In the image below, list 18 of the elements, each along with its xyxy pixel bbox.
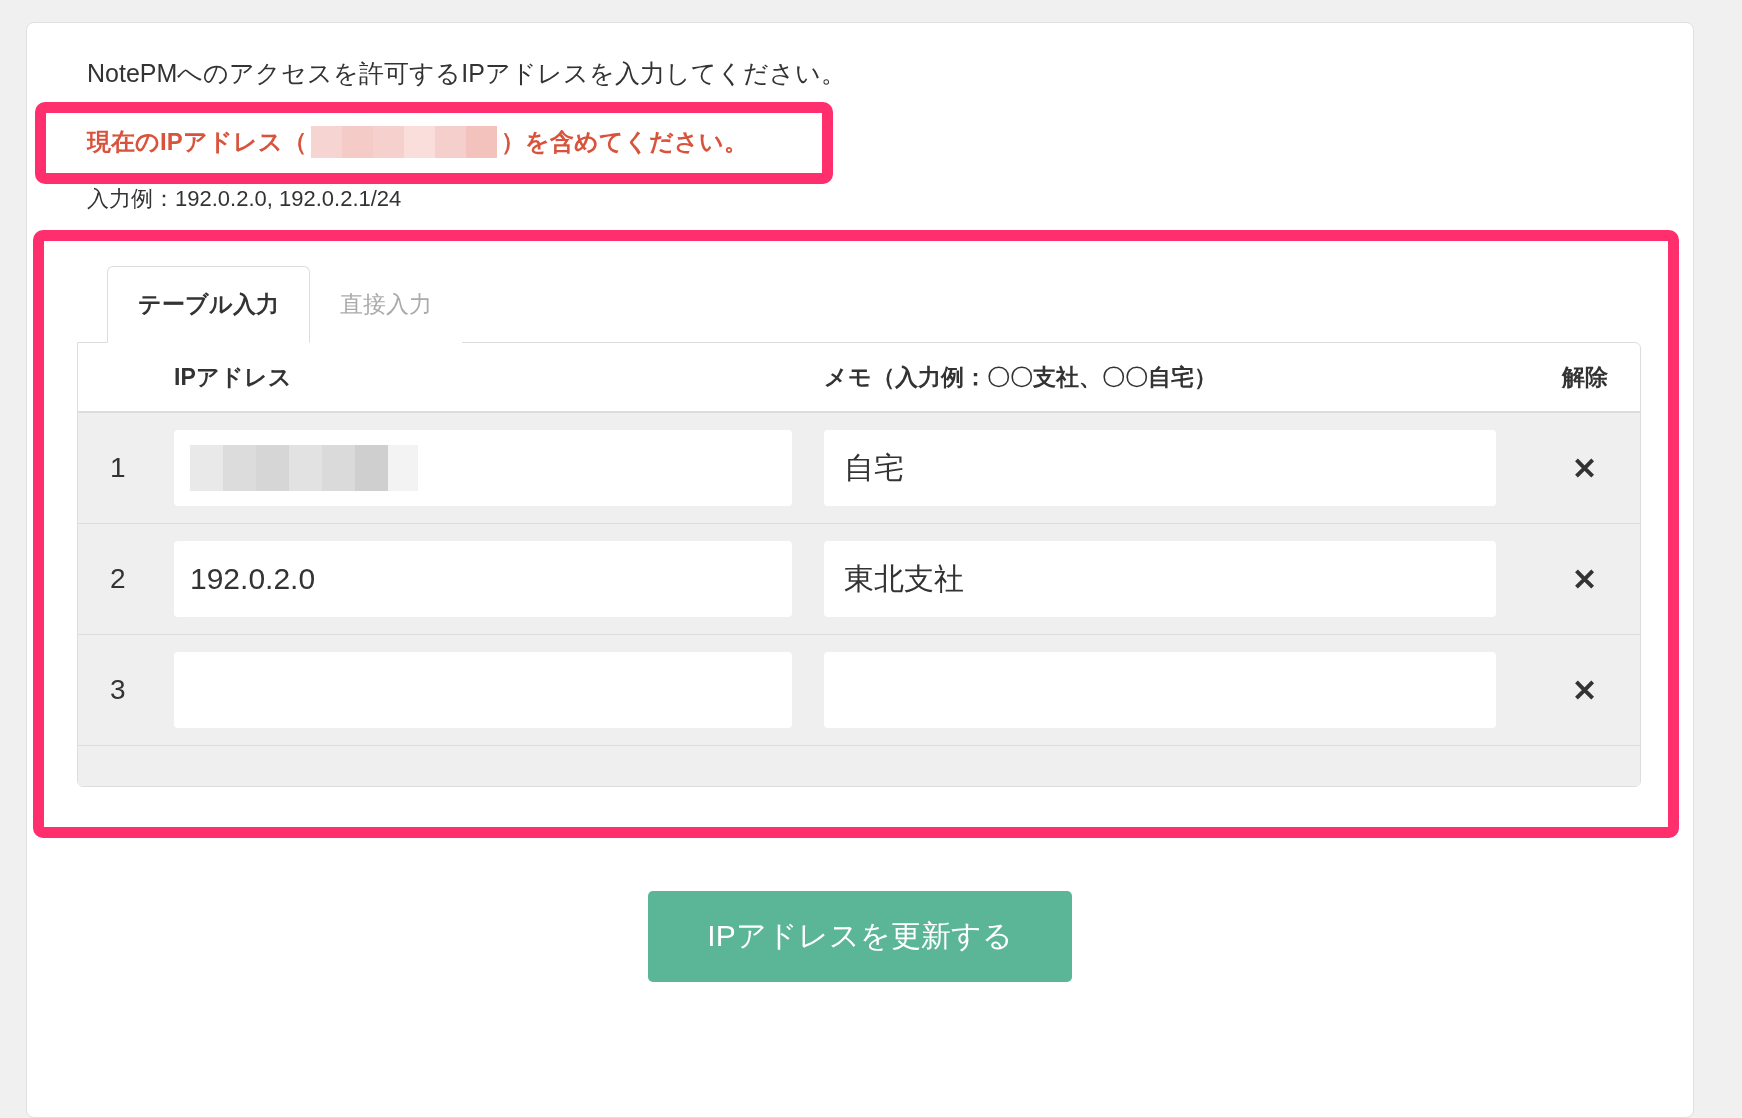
notice-text: 現在のIPアドレス（	[87, 127, 307, 157]
input-field[interactable]: 東北支社	[824, 541, 1496, 617]
column-header: メモ（入力例：〇〇支社、〇〇自宅）	[824, 362, 1218, 392]
tab[interactable]: テーブル入力	[107, 266, 310, 343]
column-header: IPアドレス	[174, 362, 293, 392]
input-field[interactable]	[174, 430, 792, 506]
input-field[interactable]: 192.0.2.0	[174, 541, 792, 617]
row-number: 2	[109, 563, 127, 595]
notice-text: ）を含めてください。	[500, 127, 748, 157]
remove-button[interactable]: ✕	[1566, 671, 1603, 709]
input-field[interactable]: 自宅	[824, 430, 1496, 506]
remove-button[interactable]: ✕	[1566, 560, 1603, 598]
column-header: 解除	[1560, 362, 1609, 392]
example-text: 入力例：192.0.2.0, 192.0.2.1/24	[87, 185, 403, 213]
row-number: 1	[109, 452, 127, 484]
remove-button[interactable]: ✕	[1566, 449, 1603, 487]
row-number: 3	[109, 674, 127, 706]
instruction-text: NotePMへのアクセスを許可するIPアドレスを入力してください。	[87, 58, 847, 89]
